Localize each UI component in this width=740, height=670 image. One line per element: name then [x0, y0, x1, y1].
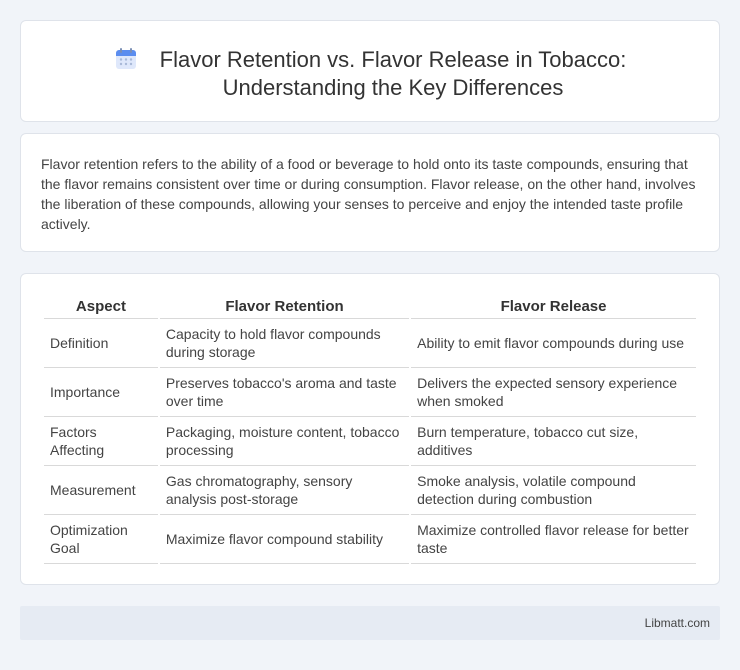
table-row: Measurement Gas chromatography, sensory … [44, 466, 696, 515]
retention-cell: Preserves tobacco's aroma and taste over… [159, 368, 410, 417]
comparison-table: Aspect Flavor Retention Flavor Release D… [42, 295, 698, 564]
intro-paragraph: Flavor retention refers to the ability o… [41, 156, 696, 232]
release-cell: Ability to emit flavor compounds during … [411, 319, 696, 368]
header-flavor-release: Flavor Release [411, 295, 696, 319]
retention-cell: Gas chromatography, sensory analysis pos… [159, 466, 410, 515]
release-cell: Delivers the expected sensory experience… [411, 368, 696, 417]
table-row: Importance Preserves tobacco's aroma and… [44, 368, 696, 417]
release-cell: Maximize controlled flavor release for b… [411, 515, 696, 564]
aspect-cell: Factors Affecting [44, 417, 158, 466]
release-cell: Smoke analysis, volatile compound detect… [411, 466, 696, 515]
table-row: Definition Capacity to hold flavor compo… [44, 319, 696, 368]
table-card: Aspect Flavor Retention Flavor Release D… [20, 273, 720, 585]
header-flavor-retention: Flavor Retention [159, 295, 410, 319]
release-cell: Burn temperature, tobacco cut size, addi… [411, 417, 696, 466]
title-line-1: Flavor Retention vs. Flavor Release in T… [159, 47, 627, 72]
calendar-icon [115, 48, 136, 69]
title-card: Flavor Retention vs. Flavor Release in T… [20, 20, 720, 122]
table-row: Optimization Goal Maximize flavor compou… [44, 515, 696, 564]
aspect-cell: Definition [44, 319, 158, 368]
aspect-cell: Measurement [44, 466, 158, 515]
table-row: Factors Affecting Packaging, moisture co… [44, 417, 696, 466]
title-line-2: Understanding the Key Differences [222, 75, 564, 100]
retention-cell: Capacity to hold flavor compounds during… [159, 319, 410, 368]
footer: Libmatt.com [20, 606, 720, 640]
page-title: Flavor Retention vs. Flavor Release in T… [160, 46, 627, 102]
intro-card: Flavor retention refers to the ability o… [20, 133, 720, 252]
footer-brand-link[interactable]: Libmatt.com [645, 616, 710, 630]
retention-cell: Packaging, moisture content, tobacco pro… [159, 417, 410, 466]
header-aspect: Aspect [44, 295, 158, 319]
aspect-cell: Optimization Goal [44, 515, 158, 564]
aspect-cell: Importance [44, 368, 158, 417]
title-row: Flavor Retention vs. Flavor Release in T… [21, 21, 719, 102]
table-header-row: Aspect Flavor Retention Flavor Release [44, 295, 696, 319]
retention-cell: Maximize flavor compound stability [159, 515, 410, 564]
